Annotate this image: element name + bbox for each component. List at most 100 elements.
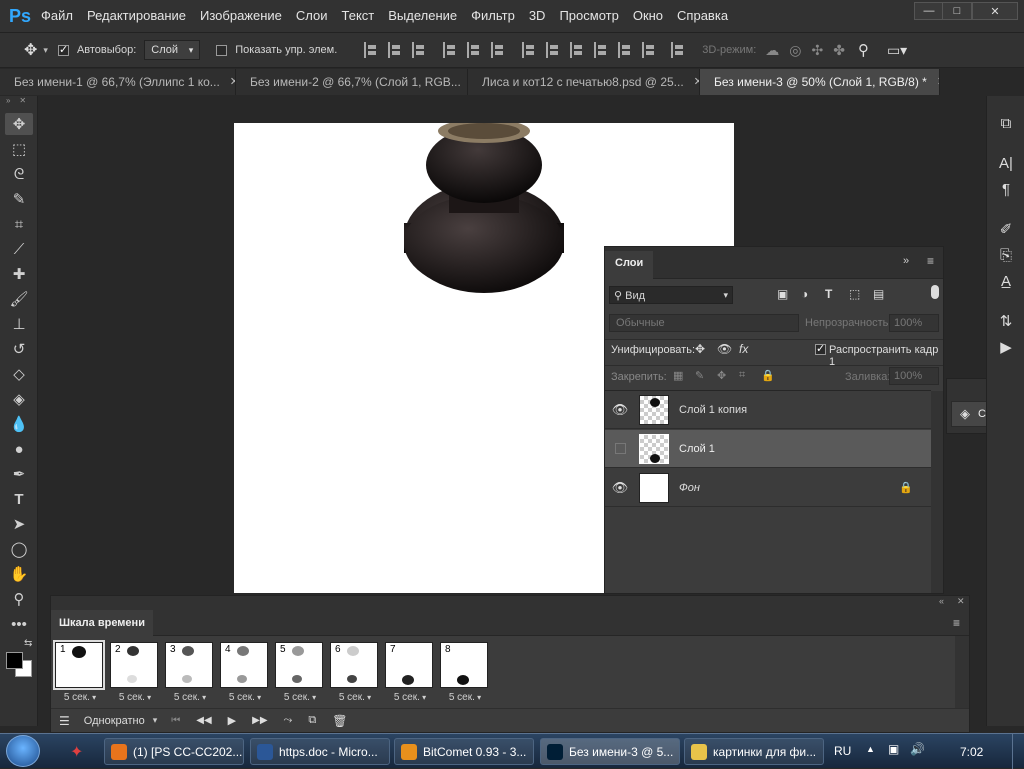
menu-file[interactable]: Файл: [34, 0, 80, 32]
convert-timeline-icon[interactable]: ☰: [59, 714, 70, 728]
paint-bucket-tool-icon[interactable]: ◈: [5, 388, 33, 410]
close-button[interactable]: ✕: [972, 2, 1018, 20]
filter-pixel-icon[interactable]: ▣: [777, 287, 788, 301]
menu-window[interactable]: Окно: [626, 0, 670, 32]
timeline-frame[interactable]: 7 5 сек. ▾: [385, 642, 435, 708]
layer-name[interactable]: Фон: [679, 482, 700, 494]
next-frame-icon[interactable]: ▶▶: [252, 715, 267, 726]
distribute-top-icon[interactable]: [522, 42, 536, 58]
frame-thumbnail[interactable]: 4: [220, 642, 268, 688]
frame-thumbnail[interactable]: 7: [385, 642, 433, 688]
distribute-bottom-icon[interactable]: [570, 42, 584, 58]
previous-frame-icon[interactable]: ◀◀: [196, 715, 211, 726]
loop-value[interactable]: Однократно: [84, 715, 145, 727]
layer-row-background[interactable]: 👁 Фон 🔒: [605, 469, 931, 507]
timeline-frame[interactable]: 4 5 сек. ▾: [220, 642, 270, 708]
unify-style-icon[interactable]: fx: [739, 342, 748, 356]
clock[interactable]: 7:02: [960, 745, 983, 759]
frame-thumbnail[interactable]: 8: [440, 642, 488, 688]
3d-roll-icon[interactable]: ◎: [789, 42, 801, 59]
align-right-icon[interactable]: [491, 42, 505, 58]
marquee-tool-icon[interactable]: ⬚: [5, 138, 33, 160]
taskbar-task[interactable]: BitComet 0.93 - 3...: [394, 738, 534, 765]
filter-smart-object-icon[interactable]: ▤: [873, 287, 884, 301]
eraser-tool-icon[interactable]: ◇: [5, 363, 33, 385]
swap-colors-icon[interactable]: ⇆: [24, 638, 32, 649]
maximize-button[interactable]: □: [942, 2, 972, 20]
layer-name[interactable]: Слой 1: [679, 443, 715, 455]
pen-tool-icon[interactable]: ✒: [5, 463, 33, 485]
minimize-button[interactable]: —: [914, 2, 944, 20]
layers-panel-tab[interactable]: Слои: [605, 251, 654, 279]
timeline-panel-tab[interactable]: Шкала времени: [51, 610, 153, 636]
character-panel-icon[interactable]: A|: [992, 152, 1020, 174]
menu-layers[interactable]: Слои: [289, 0, 335, 32]
distribute-vcenter-icon[interactable]: [546, 42, 560, 58]
autoselect-dropdown[interactable]: Слой ▾: [144, 40, 201, 60]
lock-artboard-icon[interactable]: ⌗: [739, 369, 745, 382]
filter-shape-icon[interactable]: ⬚: [849, 287, 860, 301]
distribute-hcenter-icon[interactable]: [618, 42, 632, 58]
frame-delay-dropdown[interactable]: 5 сек. ▾: [385, 692, 435, 703]
zoom-tool-icon[interactable]: ⚲: [5, 588, 33, 610]
type-tool-icon[interactable]: T: [5, 488, 33, 510]
close-icon[interactable]: ✕: [957, 596, 965, 607]
layer-filter-dropdown[interactable]: ⚲ Вид ▾: [609, 286, 733, 304]
duplicate-frame-icon[interactable]: ⧉: [308, 714, 316, 727]
path-select-tool-icon[interactable]: ➤: [5, 513, 33, 535]
eye-icon[interactable]: 👁: [605, 480, 635, 496]
hand-tool-icon[interactable]: ✋: [5, 563, 33, 585]
unify-position-icon[interactable]: ✥: [695, 342, 705, 356]
tab-document-4[interactable]: Без имени-3 @ 50% (Слой 1, RGB/8) * ✕: [700, 69, 940, 95]
ellipse-tool-icon[interactable]: ◯: [5, 538, 33, 560]
distribute-right-icon[interactable]: [642, 42, 656, 58]
align-hcenter-icon[interactable]: [467, 42, 481, 58]
character-styles-icon[interactable]: A̲: [992, 270, 1020, 292]
taskbar-task[interactable]: https.doc - Micro...: [250, 738, 390, 765]
3d-pan-icon[interactable]: ✣: [811, 42, 823, 59]
3d-orbit-icon[interactable]: ☁: [765, 42, 779, 59]
frame-thumbnail[interactable]: 3: [165, 642, 213, 688]
timeline-frame[interactable]: 3 5 сек. ▾: [165, 642, 215, 708]
timeline-frame[interactable]: 2 5 сек. ▾: [110, 642, 160, 708]
network-icon[interactable]: ▣: [888, 742, 899, 756]
move-tool-icon[interactable]: ✥: [5, 113, 33, 135]
layers-scrollbar[interactable]: [931, 391, 943, 593]
eye-icon[interactable]: 👁: [605, 402, 635, 418]
menu-select[interactable]: Выделение: [381, 0, 464, 32]
lasso-tool-icon[interactable]: ᘓ: [5, 163, 33, 185]
timeline-frame[interactable]: 1 5 сек. ▾: [53, 640, 105, 708]
visibility-toggle-empty[interactable]: [605, 443, 635, 454]
stamp-tool-icon[interactable]: ⊥: [5, 313, 33, 335]
frame-delay-dropdown[interactable]: 5 сек. ▾: [110, 692, 160, 703]
align-top-icon[interactable]: [364, 42, 378, 58]
volume-icon[interactable]: 🔊: [910, 742, 925, 756]
timeline-frame[interactable]: 8 5 сек. ▾: [440, 642, 490, 708]
app-shortcut-icon[interactable]: ✦: [70, 742, 90, 761]
collapse-panel-icon[interactable]: «: [939, 596, 944, 606]
clone-source-icon[interactable]: ⎘: [992, 244, 1020, 266]
search-icon[interactable]: ⚲: [858, 41, 869, 59]
show-desktop-button[interactable]: [1012, 734, 1024, 769]
timeline-frame[interactable]: 5 5 сек. ▾: [275, 642, 325, 708]
history-brush-tool-icon[interactable]: ↺: [5, 338, 33, 360]
menu-image[interactable]: Изображение: [193, 0, 289, 32]
panel-menu-icon[interactable]: ≡: [927, 254, 934, 268]
propagate-frame-checkbox[interactable]: [815, 342, 826, 355]
frame-delay-dropdown[interactable]: 5 сек. ▾: [275, 692, 325, 703]
paragraph-panel-icon[interactable]: ¶: [992, 178, 1020, 200]
menu-help[interactable]: Справка: [670, 0, 735, 32]
workspace-icon[interactable]: ▭▾: [887, 42, 907, 59]
lock-transparent-icon[interactable]: ▦: [673, 369, 683, 382]
filter-type-icon[interactable]: T: [825, 287, 832, 301]
chevron-down-icon[interactable]: ▾: [43, 45, 48, 56]
menu-3d[interactable]: 3D: [522, 0, 553, 32]
eyedropper-tool-icon[interactable]: ⟋: [5, 238, 33, 260]
brush-tool-icon[interactable]: 🖌: [5, 288, 33, 310]
chevron-down-icon[interactable]: ▾: [153, 715, 158, 726]
frame-thumbnail[interactable]: 5: [275, 642, 323, 688]
taskbar-task[interactable]: (1) [PS CC-CC202...: [104, 738, 244, 765]
layer-row-layer1[interactable]: Слой 1: [605, 430, 931, 468]
menu-view[interactable]: Просмотр: [552, 0, 625, 32]
menu-type[interactable]: Текст: [335, 0, 382, 32]
